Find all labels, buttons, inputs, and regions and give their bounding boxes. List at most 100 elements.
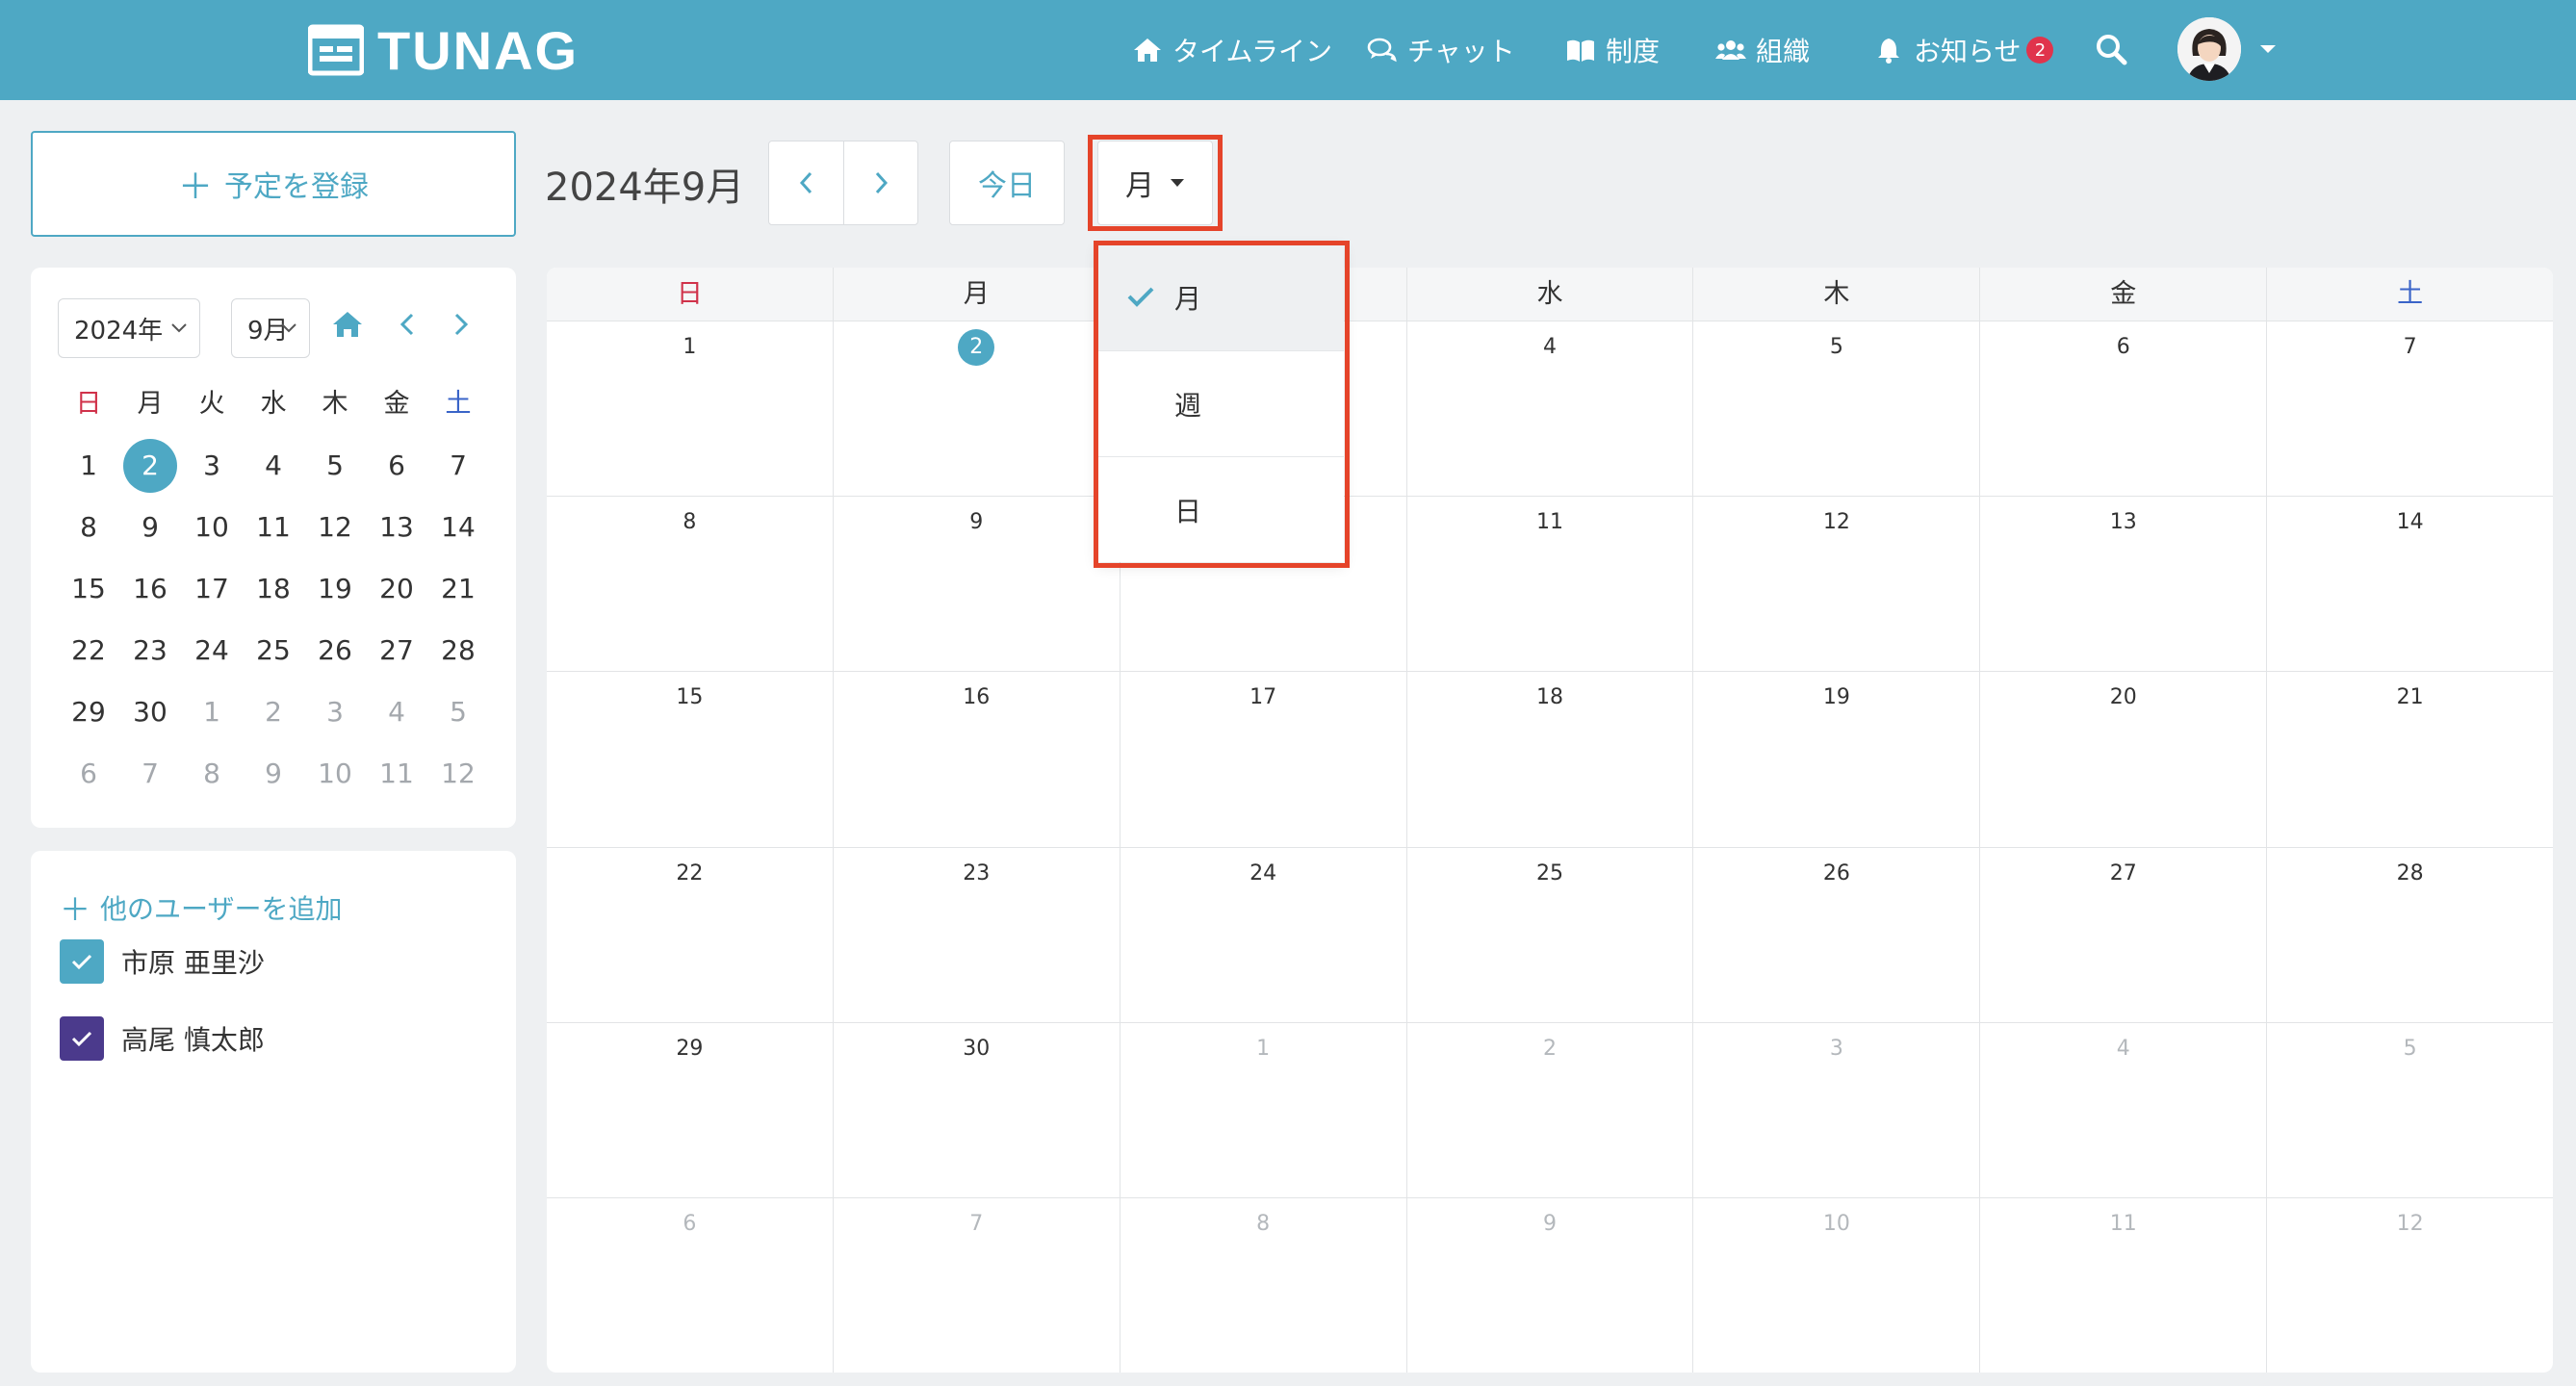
mini-day[interactable]: 13 (366, 497, 427, 558)
calendar-day-cell[interactable]: 24 (1119, 847, 1406, 1022)
calendar-day-cell[interactable]: 18 (1405, 672, 1693, 847)
add-event-button[interactable]: ＋ 予定を登録 (31, 131, 516, 237)
calendar-day-cell[interactable]: 20 (1979, 672, 2266, 847)
mini-day[interactable]: 16 (119, 558, 181, 620)
calendar-day-cell[interactable]: 2 (832, 321, 1120, 497)
mini-day[interactable]: 3 (304, 681, 366, 743)
mini-day[interactable]: 1 (181, 681, 243, 743)
mini-day[interactable]: 2 (119, 435, 181, 497)
mini-day[interactable]: 11 (243, 497, 304, 558)
calendar-day-cell[interactable]: 15 (547, 672, 833, 846)
nav-notice[interactable]: お知らせ 2 (1873, 0, 2054, 100)
calendar-day-cell[interactable]: 16 (832, 672, 1120, 847)
mini-day[interactable]: 23 (119, 620, 181, 681)
calendar-day-cell[interactable]: 28 (2266, 847, 2553, 1022)
mini-day[interactable]: 6 (58, 743, 119, 805)
year-select[interactable]: 2024年 (58, 298, 200, 358)
mini-day[interactable]: 20 (366, 558, 427, 620)
nav-chat[interactable]: チャット (1367, 0, 1515, 100)
calendar-day-cell[interactable]: 6 (1979, 321, 2266, 497)
mini-day[interactable]: 4 (366, 681, 427, 743)
user-row[interactable]: 高尾 慎太郎 (60, 1016, 265, 1061)
mini-day[interactable]: 18 (243, 558, 304, 620)
calendar-day-cell[interactable]: 7 (832, 1197, 1120, 1373)
mini-day[interactable]: 8 (58, 497, 119, 558)
calendar-day-cell[interactable]: 9 (1405, 1197, 1693, 1373)
calendar-day-cell[interactable]: 30 (832, 1022, 1120, 1197)
home-icon[interactable] (331, 310, 364, 339)
calendar-day-cell[interactable]: 1 (547, 321, 833, 496)
mini-day[interactable]: 1 (58, 435, 119, 497)
mini-day[interactable]: 7 (427, 435, 489, 497)
search-icon[interactable] (2095, 33, 2127, 65)
user-checkbox[interactable] (60, 939, 104, 984)
mini-day[interactable]: 8 (181, 743, 243, 805)
calendar-day-cell[interactable]: 4 (1979, 1022, 2266, 1197)
today-button[interactable]: 今日 (949, 141, 1065, 225)
mini-day[interactable]: 9 (119, 497, 181, 558)
calendar-day-cell[interactable]: 21 (2266, 672, 2553, 847)
chevron-down-icon[interactable] (2258, 42, 2278, 56)
mini-day[interactable]: 10 (304, 743, 366, 805)
calendar-day-cell[interactable]: 27 (1979, 847, 2266, 1022)
calendar-day-cell[interactable]: 1 (1119, 1022, 1406, 1197)
mini-day[interactable]: 29 (58, 681, 119, 743)
calendar-day-cell[interactable]: 5 (1692, 321, 1979, 497)
mini-day[interactable]: 5 (304, 435, 366, 497)
mini-day[interactable]: 19 (304, 558, 366, 620)
mini-day[interactable]: 27 (366, 620, 427, 681)
brand-logo[interactable]: TUNAG (308, 20, 579, 81)
mini-day[interactable]: 5 (427, 681, 489, 743)
calendar-day-cell[interactable]: 11 (1979, 1197, 2266, 1373)
calendar-day-cell[interactable]: 5 (2266, 1022, 2553, 1197)
mini-day[interactable]: 25 (243, 620, 304, 681)
calendar-day-cell[interactable]: 7 (2266, 321, 2553, 497)
calendar-day-cell[interactable]: 14 (2266, 497, 2553, 672)
calendar-day-cell[interactable]: 19 (1692, 672, 1979, 847)
calendar-day-cell[interactable]: 23 (832, 847, 1120, 1022)
mini-day[interactable]: 12 (427, 743, 489, 805)
add-user-link[interactable]: ＋ 他のユーザーを追加 (60, 886, 342, 930)
calendar-day-cell[interactable]: 9 (832, 497, 1120, 672)
mini-day[interactable]: 10 (181, 497, 243, 558)
calendar-day-cell[interactable]: 10 (1692, 1197, 1979, 1373)
calendar-day-cell[interactable]: 2 (1405, 1022, 1693, 1197)
nav-timeline[interactable]: タイムライン (1132, 0, 1332, 100)
prev-month-button[interactable] (769, 141, 843, 224)
calendar-day-cell[interactable]: 29 (547, 1023, 833, 1197)
calendar-day-cell[interactable]: 8 (1119, 1197, 1406, 1373)
calendar-day-cell[interactable]: 22 (547, 848, 833, 1022)
mini-day[interactable]: 14 (427, 497, 489, 558)
calendar-day-cell[interactable]: 26 (1692, 847, 1979, 1022)
mini-day[interactable]: 12 (304, 497, 366, 558)
user-avatar[interactable] (2177, 17, 2241, 81)
nav-org[interactable]: 組織 (1715, 0, 1810, 100)
calendar-day-cell[interactable]: 4 (1405, 321, 1693, 497)
chevron-right-icon[interactable] (451, 312, 472, 337)
mini-day[interactable]: 2 (243, 681, 304, 743)
mini-day[interactable]: 17 (181, 558, 243, 620)
chevron-left-icon[interactable] (397, 312, 418, 337)
mini-day[interactable]: 28 (427, 620, 489, 681)
calendar-day-cell[interactable]: 6 (547, 1198, 833, 1373)
user-checkbox[interactable] (60, 1016, 104, 1061)
month-select[interactable]: 9月 (231, 298, 310, 358)
calendar-day-cell[interactable]: 8 (547, 497, 833, 671)
mini-day[interactable]: 9 (243, 743, 304, 805)
mini-day[interactable]: 4 (243, 435, 304, 497)
mini-day[interactable]: 22 (58, 620, 119, 681)
mini-day[interactable]: 11 (366, 743, 427, 805)
mini-day[interactable]: 24 (181, 620, 243, 681)
calendar-day-cell[interactable]: 3 (1692, 1022, 1979, 1197)
mini-day[interactable]: 7 (119, 743, 181, 805)
nav-system[interactable]: 制度 (1565, 0, 1660, 100)
calendar-day-cell[interactable]: 25 (1405, 847, 1693, 1022)
mini-day[interactable]: 21 (427, 558, 489, 620)
calendar-day-cell[interactable]: 11 (1405, 497, 1693, 672)
mini-day[interactable]: 15 (58, 558, 119, 620)
mini-day[interactable]: 3 (181, 435, 243, 497)
mini-day[interactable]: 6 (366, 435, 427, 497)
calendar-day-cell[interactable]: 12 (2266, 1197, 2553, 1373)
calendar-day-cell[interactable]: 13 (1979, 497, 2266, 672)
calendar-day-cell[interactable]: 12 (1692, 497, 1979, 672)
